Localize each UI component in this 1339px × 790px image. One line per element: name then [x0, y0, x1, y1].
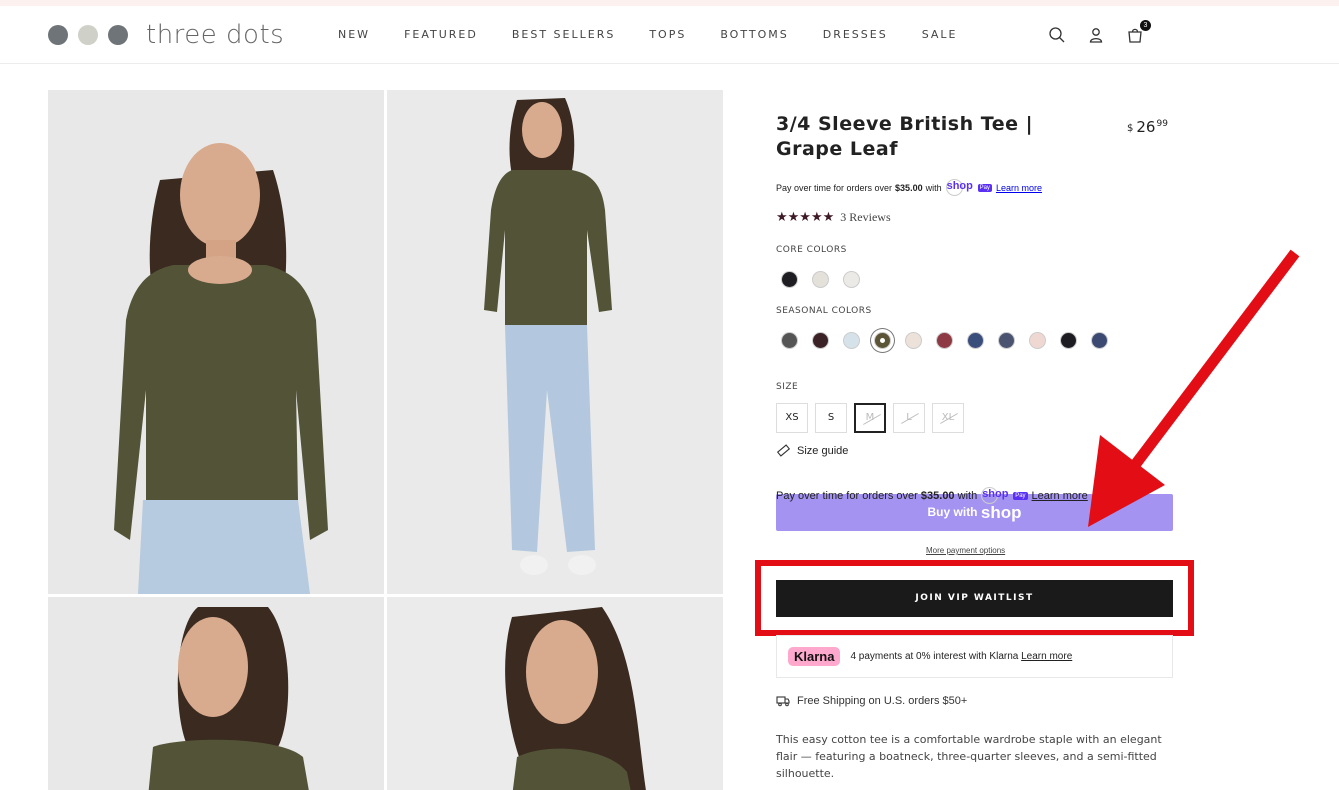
seasonal-color-swatch-1[interactable]	[781, 332, 798, 349]
shop-pay-logo-2-shop: shop	[981, 487, 1008, 504]
logo-dot-2	[78, 25, 98, 45]
search-icon[interactable]	[1048, 26, 1066, 44]
seasonal-colors-label: SEASONAL COLORS	[776, 306, 872, 316]
product-photo-front-portrait[interactable]	[48, 90, 384, 594]
truck-icon	[776, 695, 790, 707]
product-rating[interactable]: ★★★★★ 3 Reviews	[776, 209, 891, 225]
cart-count-badge: 3	[1140, 20, 1151, 31]
size-guide-label: Size guide	[797, 444, 849, 457]
product-photo-full-body[interactable]	[387, 90, 723, 594]
nav-bottoms[interactable]: BOTTOMS	[720, 28, 788, 41]
price-cents: 99	[1156, 119, 1168, 129]
core-color-swatch-1[interactable]	[781, 271, 798, 288]
product-photo-side[interactable]	[387, 597, 723, 790]
shop-pay-logo-shop: shop	[945, 179, 973, 196]
main-nav: NEW FEATURED BEST SELLERS TOPS BOTTOMS D…	[338, 28, 991, 41]
product-photo-back[interactable]	[48, 597, 384, 790]
brand-logo[interactable]: three dots	[48, 20, 284, 50]
payover-prefix: Pay over time for orders over	[776, 182, 893, 193]
bag-icon[interactable]: 3	[1126, 20, 1151, 44]
payover-with: with	[925, 182, 942, 193]
product-gallery	[48, 90, 723, 790]
klarna-learn-more-link[interactable]: Learn more	[1021, 651, 1072, 662]
site-header: three dots NEW FEATURED BEST SELLERS TOP…	[0, 6, 1339, 64]
payover2-amount: $35.00	[920, 489, 955, 502]
shop-pay-installments: Pay over time for orders over $35.00 wit…	[776, 179, 1042, 196]
size-option-xs[interactable]: XS	[776, 403, 808, 433]
product-description: This easy cotton tee is a comfortable wa…	[776, 733, 1162, 780]
seasonal-color-swatches	[781, 332, 1122, 349]
shipping-text: Free Shipping on U.S. orders $50+	[797, 695, 968, 707]
nav-dresses[interactable]: DRESSES	[823, 28, 888, 41]
size-option-xl[interactable]: XL	[932, 403, 964, 433]
buy-with-label: Buy with	[927, 505, 978, 519]
seasonal-color-swatch-6[interactable]	[936, 332, 953, 349]
core-color-swatch-3[interactable]	[843, 271, 860, 288]
payover2-prefix: Pay over time for orders over	[776, 489, 918, 502]
core-color-swatch-2[interactable]	[812, 271, 829, 288]
shop-pay-logo-pay: Pay	[977, 183, 992, 192]
size-label: SIZE	[776, 382, 799, 392]
brand-name: three dots	[146, 20, 285, 50]
size-options: XS S M L XL	[776, 403, 971, 433]
price-whole: 26	[1136, 118, 1156, 136]
logo-dot-1	[48, 25, 68, 45]
klarna-banner: Klarna 4 payments at 0% interest with Kl…	[776, 635, 1173, 678]
reviews-count: 3 Reviews	[840, 209, 891, 224]
annotation-arrow-icon	[1088, 249, 1300, 527]
klarna-logo: Klarna	[788, 647, 841, 666]
nav-new[interactable]: NEW	[338, 28, 370, 41]
seasonal-color-swatch-2[interactable]	[812, 332, 829, 349]
shop-pay-logo-2: shop Pay	[981, 487, 1028, 504]
size-guide-link[interactable]: Size guide	[777, 444, 848, 457]
product-price: $2699	[1127, 118, 1168, 136]
nav-tops[interactable]: TOPS	[649, 28, 686, 41]
payover-learn-more-link[interactable]: Learn more	[996, 183, 1042, 193]
seasonal-color-swatch-9[interactable]	[1029, 332, 1046, 349]
ruler-icon	[777, 444, 790, 457]
payover2-with: with	[957, 489, 978, 502]
core-color-swatches	[781, 271, 874, 288]
shop-pay-logo-2-pay: Pay	[1013, 491, 1028, 500]
seasonal-color-swatch-3[interactable]	[843, 332, 860, 349]
nav-best-sellers[interactable]: BEST SELLERS	[512, 28, 615, 41]
seasonal-color-swatch-5[interactable]	[905, 332, 922, 349]
header-icons: 3	[1048, 20, 1165, 44]
logo-dot-3	[108, 25, 128, 45]
seasonal-color-swatch-4[interactable]	[874, 332, 891, 349]
size-option-s[interactable]: S	[815, 403, 847, 433]
size-option-l[interactable]: L	[893, 403, 925, 433]
price-currency: $	[1127, 123, 1134, 134]
klarna-text: 4 payments at 0% interest with Klarna	[850, 651, 1019, 662]
core-colors-label: CORE COLORS	[776, 245, 847, 255]
product-title: 3/4 Sleeve British Tee | Grape Leaf	[776, 113, 1034, 160]
seasonal-color-swatch-7[interactable]	[967, 332, 984, 349]
shop-pay-logo: shop Pay	[945, 179, 992, 196]
nav-sale[interactable]: SALE	[922, 28, 958, 41]
more-payment-options-link[interactable]: More payment options	[926, 546, 1005, 555]
seasonal-color-swatch-10[interactable]	[1060, 332, 1077, 349]
user-icon[interactable]	[1087, 26, 1105, 44]
payover-amount: $35.00	[895, 182, 923, 193]
free-shipping-note: Free Shipping on U.S. orders $50+	[776, 695, 967, 707]
shop-pay-installments-overlay: Pay over time for orders over $35.00 wit…	[776, 487, 1106, 504]
buy-with-shop-logo: shop	[980, 503, 1022, 522]
join-vip-waitlist-button[interactable]: JOIN VIP WAITLIST	[776, 580, 1173, 617]
size-option-m[interactable]: M	[854, 403, 886, 433]
rating-stars: ★★★★★	[776, 209, 835, 224]
seasonal-color-swatch-8[interactable]	[998, 332, 1015, 349]
nav-featured[interactable]: FEATURED	[404, 28, 478, 41]
